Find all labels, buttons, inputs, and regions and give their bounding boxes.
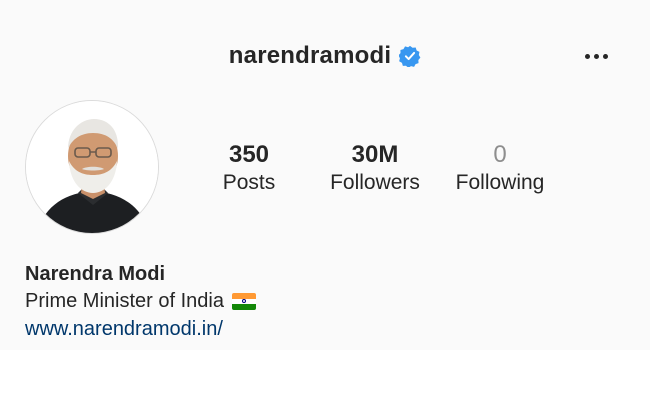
followers-label: Followers bbox=[330, 171, 420, 194]
india-flag-icon bbox=[231, 292, 256, 310]
username-row: narendramodi bbox=[0, 42, 650, 70]
profile-stats: 350 Posts 30M Followers 0 Following bbox=[190, 141, 590, 201]
profile-photo bbox=[26, 101, 158, 233]
profile-panel: narendramodi 350 Posts 30M Followers 0 F… bbox=[0, 0, 650, 350]
stat-followers[interactable]: 30M Followers bbox=[323, 141, 427, 197]
bio-title-row: Prime Minister of India bbox=[25, 287, 625, 315]
username: narendramodi bbox=[228, 42, 392, 69]
stat-following[interactable]: 0 Following bbox=[448, 141, 552, 197]
more-options-icon[interactable] bbox=[580, 40, 612, 72]
posts-count: 350 bbox=[228, 141, 270, 168]
profile-avatar[interactable] bbox=[25, 100, 159, 234]
posts-label: Posts bbox=[222, 171, 276, 194]
profile-header: narendramodi bbox=[0, 38, 650, 78]
profile-bio: Narendra Modi Prime Minister of India ww… bbox=[25, 261, 625, 343]
following-count: 0 bbox=[493, 141, 507, 168]
stat-posts[interactable]: 350 Posts bbox=[202, 141, 296, 197]
full-name: Narendra Modi bbox=[25, 263, 166, 285]
following-label: Following bbox=[455, 171, 545, 194]
website-link[interactable]: www.narendramodi.in/ bbox=[25, 318, 223, 340]
followers-count: 30M bbox=[351, 141, 399, 168]
verified-badge-icon bbox=[399, 45, 421, 67]
bio-title: Prime Minister of India bbox=[25, 290, 224, 312]
